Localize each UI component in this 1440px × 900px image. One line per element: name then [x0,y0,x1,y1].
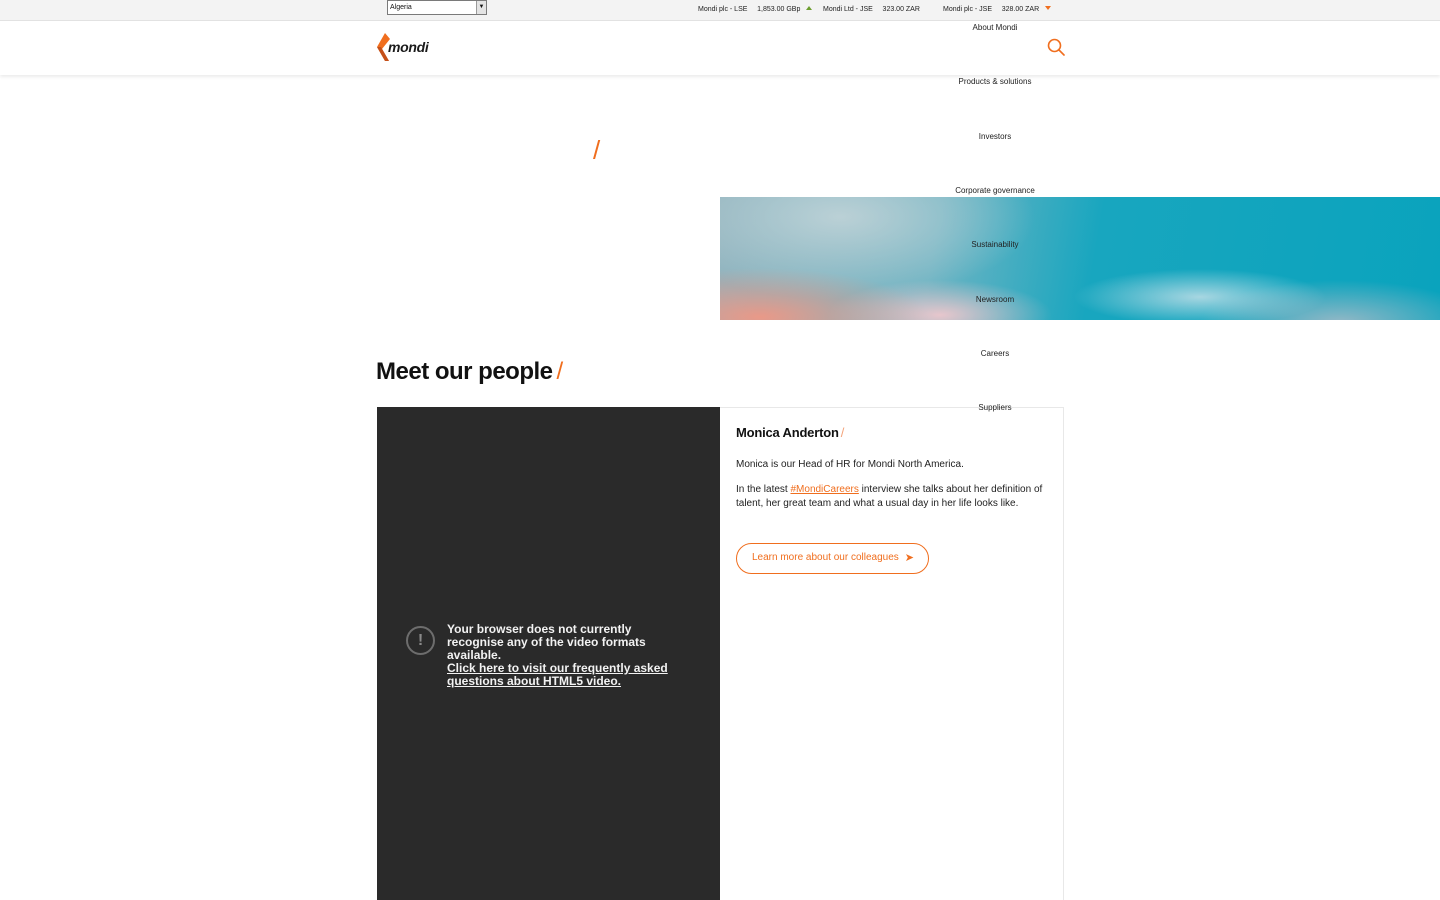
nav-corporate-governance[interactable]: Corporate governance [935,186,1055,195]
search-icon[interactable] [1047,38,1065,56]
ticker-label: Mondi plc - JSE [943,6,993,13]
arrow-right-icon: ➤ [904,552,914,564]
ticker-label: Mondi plc - LSE [698,6,748,13]
hero-image [720,197,1440,320]
trend-down-icon [1045,6,1052,10]
name-slash: / [840,425,845,440]
person-name: Monica Anderton / [736,425,844,440]
country-select[interactable]: Algeria ▼ [387,0,487,15]
site-header: mondi [0,21,1440,75]
chevron-down-icon[interactable]: ▼ [476,1,486,14]
top-ticker-bar: Algeria ▼ Mondi plc - LSE 1,853.00 GBp M… [0,0,1440,21]
nav-products-solutions[interactable]: Products & solutions [935,77,1055,86]
html5-faq-link[interactable]: Click here to visit our frequently asked… [447,662,687,688]
person-name-text: Monica Anderton [736,425,839,440]
country-select-value: Algeria [390,4,412,11]
nav-sustainability[interactable]: Sustainability [935,240,1055,249]
video-message-text: Your browser does not currently recognis… [447,622,646,662]
mondi-logo[interactable]: mondi [376,33,440,61]
nav-investors[interactable]: Investors [935,132,1055,141]
title-slash: / [556,358,564,385]
video-fallback-message: Your browser does not currently recognis… [447,623,687,688]
learn-more-colleagues-button[interactable]: Learn more about our colleagues ➤ [736,543,929,574]
ticker-value: 1,853.00 GBp [757,6,801,13]
ticker-jse-ltd: Mondi Ltd - JSE 323.00 ZAR [823,6,920,13]
ticker-jse-plc: Mondi plc - JSE 328.00 ZAR [943,6,1052,13]
nav-suppliers[interactable]: Suppliers [935,403,1055,412]
nav-newsroom[interactable]: Newsroom [935,295,1055,304]
nav-about-mondi[interactable]: About Mondi [935,23,1055,32]
logo-text: mondi [388,39,429,55]
section-title: Meet our people / [376,358,563,386]
ticker-value: 328.00 ZAR [1001,6,1040,13]
nav-careers[interactable]: Careers [935,349,1055,358]
ticker-label: Mondi Ltd - JSE [823,6,873,13]
desc-text-before: In the latest [736,484,791,495]
ticker-lse: Mondi plc - LSE 1,853.00 GBp [698,6,813,13]
alert-icon: ! [406,626,435,655]
hero-slash: / [593,135,601,165]
person-intro: Monica is our Head of HR for Mondi North… [736,459,964,470]
person-description: In the latest #MondiCareers interview sh… [736,483,1046,511]
cta-label: Learn more about our colleagues [752,552,899,563]
section-title-text: Meet our people [376,358,553,385]
trend-up-icon [806,6,813,10]
ticker-value: 323.00 ZAR [882,6,920,13]
mondi-careers-hashtag-link[interactable]: #MondiCareers [790,484,858,495]
